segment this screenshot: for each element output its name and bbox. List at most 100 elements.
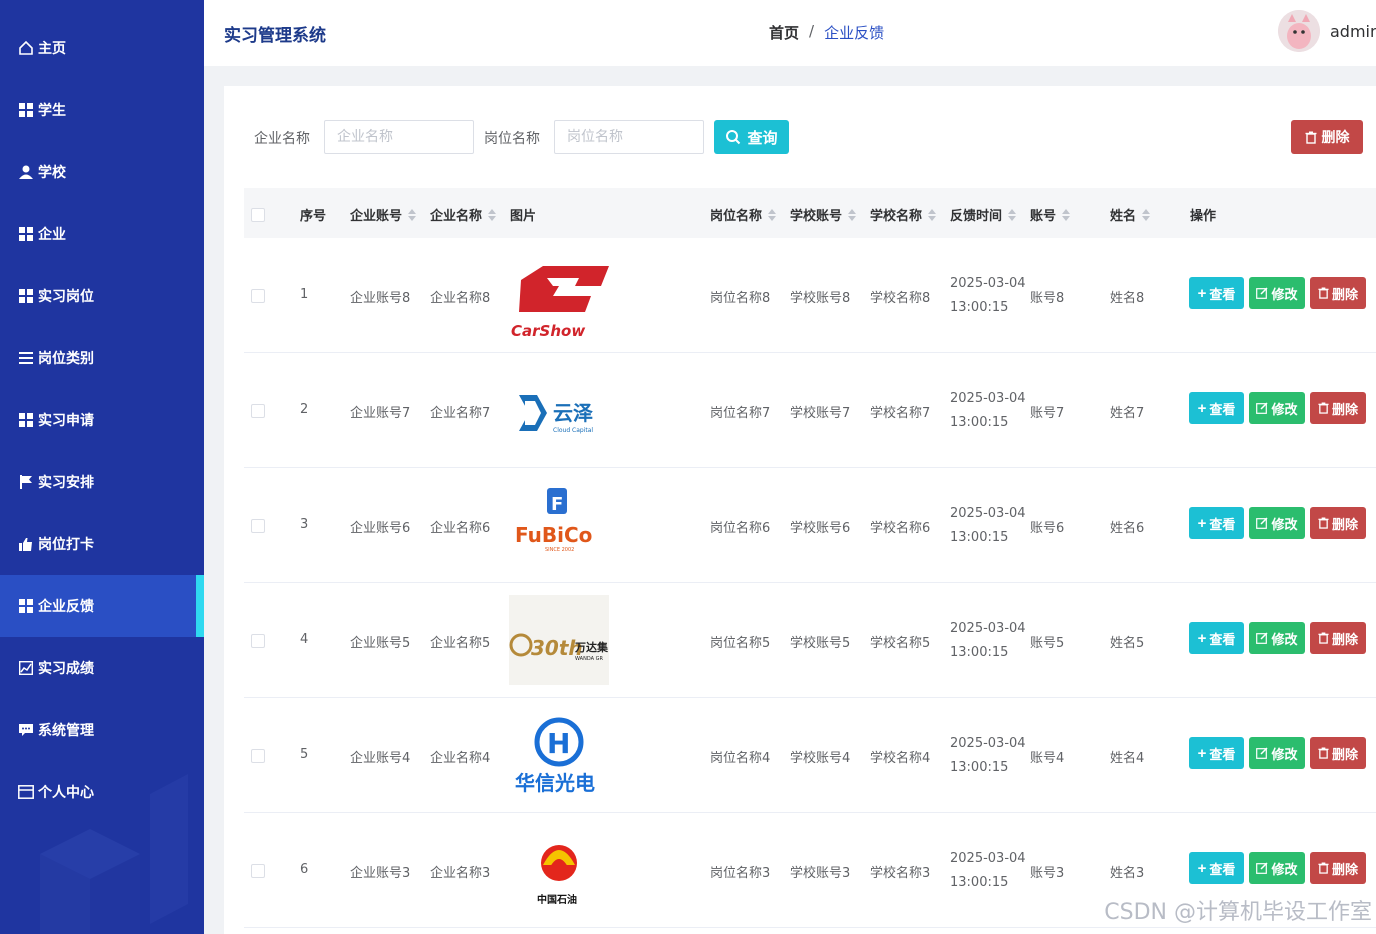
sidebar-item[interactable]: 系统管理 (0, 699, 204, 761)
sidebar-item[interactable]: 实习岗位 (0, 265, 204, 327)
table-row: 3 企业账号6 企业名称6 F FuBiCo SINCE 2002 岗位名称6 学校账号6 学校… (244, 468, 1376, 583)
edit-button[interactable]: 修改 (1249, 852, 1305, 884)
sidebar-item-label: 企业 (38, 227, 66, 243)
edit-button[interactable]: 修改 (1249, 507, 1305, 539)
delete-button[interactable]: 删除 (1310, 737, 1366, 769)
position-name-input[interactable] (554, 120, 704, 154)
delete-label: 删除 (1331, 286, 1358, 302)
sidebar-item-label: 系统管理 (38, 723, 94, 739)
trash-icon (1318, 747, 1329, 759)
view-button[interactable]: + 查看 (1189, 852, 1244, 884)
view-button[interactable]: + 查看 (1189, 507, 1244, 539)
view-button[interactable]: + 查看 (1189, 622, 1244, 654)
header-company-account[interactable]: 企业账号 (350, 205, 417, 224)
delete-button[interactable]: 删除 (1310, 277, 1366, 309)
sidebar-item-label: 实习成绩 (38, 661, 94, 677)
cell-school-name: 学校名称8 (870, 291, 931, 306)
company-name-input[interactable] (324, 120, 474, 154)
header-feedback-time[interactable]: 反馈时间 (950, 205, 1017, 224)
delete-button[interactable]: 删除 (1310, 507, 1366, 539)
table-row: 2 企业账号7 企业名称7 云泽 Cloud Capital 岗位名称7 学校账号7 学校名称… (244, 353, 1376, 468)
sidebar-item[interactable]: 学校 (0, 141, 204, 203)
header-school-account[interactable]: 学校账号 (790, 205, 857, 224)
cell-position-name: 岗位名称3 (710, 866, 771, 881)
row-checkbox[interactable] (251, 404, 265, 418)
breadcrumb: 首页 / 企业反馈 (769, 22, 884, 43)
view-button[interactable]: + 查看 (1189, 277, 1244, 309)
trash-icon (1318, 517, 1329, 529)
edit-label: 修改 (1271, 401, 1298, 417)
edit-button[interactable]: 修改 (1249, 277, 1305, 309)
edit-button[interactable]: 修改 (1249, 392, 1305, 424)
sidebar-item[interactable]: 个人中心 (0, 761, 204, 823)
sidebar-item[interactable]: 岗位类别 (0, 327, 204, 389)
sidebar-item[interactable]: 实习成绩 (0, 637, 204, 699)
plus-icon: + (1197, 284, 1207, 302)
sidebar-item-label: 岗位类别 (38, 351, 94, 367)
view-label: 查看 (1209, 286, 1236, 302)
cell-position-name: 岗位名称7 (710, 406, 771, 421)
main-content: 企业名称 岗位名称 查询 删除 序号 企业账号 企业名称 图片 岗位名称 学校账… (224, 86, 1376, 934)
header: 实习管理系统 首页 / 企业反馈 admin (204, 0, 1376, 66)
edit-label: 修改 (1271, 746, 1298, 762)
sidebar-item[interactable]: 学生 (0, 79, 204, 141)
cell-feedback-time: 2025-03-04 13:00:15 (950, 276, 1026, 315)
cell-feedback-time: 2025-03-04 13:00:15 (950, 391, 1026, 430)
delete-label: 删除 (1331, 746, 1358, 762)
row-checkbox[interactable] (251, 749, 265, 763)
row-checkbox[interactable] (251, 634, 265, 648)
header-account[interactable]: 账号 (1030, 205, 1071, 224)
sidebar-item-label: 主页 (38, 41, 66, 57)
sidebar-item[interactable]: 实习安排 (0, 451, 204, 513)
view-button[interactable]: + 查看 (1189, 737, 1244, 769)
delete-button[interactable]: 删除 (1310, 622, 1366, 654)
sidebar-item-label: 实习安排 (38, 475, 94, 491)
header-name[interactable]: 姓名 (1110, 205, 1151, 224)
username[interactable]: admin (1330, 22, 1376, 41)
svg-text:F: F (551, 494, 563, 515)
delete-button[interactable]: 删除 (1310, 392, 1366, 424)
plus-icon: + (1197, 744, 1207, 762)
row-checkbox[interactable] (251, 519, 265, 533)
sidebar-item[interactable]: 企业 (0, 203, 204, 265)
cell-index: 3 (300, 517, 309, 532)
logo-text: 华信光电 (515, 771, 595, 795)
select-all-checkbox[interactable] (251, 208, 265, 222)
header-company-name[interactable]: 企业名称 (430, 205, 497, 224)
logo-subtext: 万达集 (574, 640, 609, 654)
row-checkbox[interactable] (251, 289, 265, 303)
query-button[interactable]: 查询 (714, 120, 789, 154)
logo-text: 云泽 (553, 401, 593, 425)
cell-school-name: 学校名称4 (870, 751, 931, 766)
grid-icon (18, 226, 34, 242)
logo-subtext: SINCE 2002 (545, 547, 574, 553)
sidebar-item[interactable]: 岗位打卡 (0, 513, 204, 575)
avatar[interactable] (1278, 10, 1320, 52)
view-button[interactable]: + 查看 (1189, 392, 1244, 424)
sort-icon (848, 208, 857, 221)
cell-company-account: 企业账号8 (350, 291, 411, 306)
edit-button[interactable]: 修改 (1249, 737, 1305, 769)
row-checkbox[interactable] (251, 864, 265, 878)
table-row: 4 企业账号5 企业名称5 30th 万达集 WANDA GR 岗位名称5 学校账号5 学校名称… (244, 583, 1376, 698)
sidebar-item[interactable]: 实习申请 (0, 389, 204, 451)
search-icon (726, 130, 741, 145)
view-label: 查看 (1209, 861, 1236, 877)
cell-feedback-time: 2025-03-04 13:00:15 (950, 851, 1026, 890)
company-logo-image: 云泽 Cloud Capital (519, 395, 593, 434)
header-school-name[interactable]: 学校名称 (870, 205, 937, 224)
edit-button[interactable]: 修改 (1249, 622, 1305, 654)
grid-icon (18, 288, 34, 304)
chart-icon (18, 660, 34, 676)
delete-button[interactable]: 删除 (1310, 852, 1366, 884)
breadcrumb-home[interactable]: 首页 (769, 22, 799, 43)
batch-delete-button[interactable]: 删除 (1291, 120, 1363, 154)
sort-icon (408, 208, 417, 221)
header-position-name[interactable]: 岗位名称 (710, 205, 777, 224)
sidebar-item[interactable]: 企业反馈 (0, 575, 204, 637)
logo-subtext-2: WANDA GR (575, 656, 603, 662)
view-label: 查看 (1209, 401, 1236, 417)
sort-icon (1008, 208, 1017, 221)
header-actions: 操作 (1190, 209, 1217, 224)
sidebar-item[interactable]: 主页 (0, 17, 204, 79)
